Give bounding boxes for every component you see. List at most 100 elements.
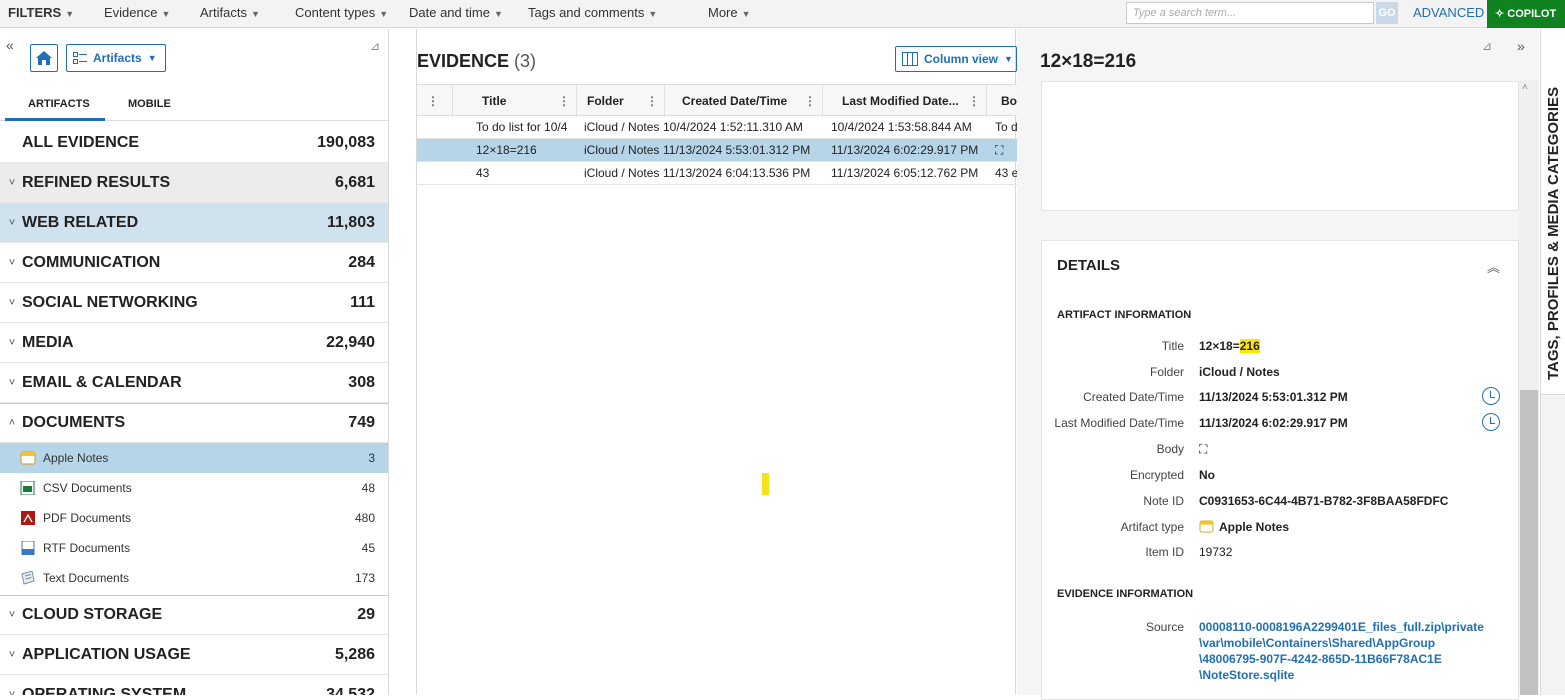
filters-label: FILTERS <box>8 5 62 20</box>
artifact-type-text: Apple Notes <box>1219 520 1290 534</box>
go-button[interactable]: GO <box>1376 2 1398 24</box>
content-types-menu[interactable]: Content types ▼ <box>295 5 388 20</box>
category-count: 190,083 <box>317 133 375 151</box>
vertical-dots-icon: ⋮ <box>427 94 439 108</box>
more-menu-label: More <box>708 5 738 20</box>
tags-profiles-media-categories-tab[interactable]: TAGS, PROFILES & MEDIA CATEGORIES <box>1545 87 1562 380</box>
expand-right-icon[interactable]: » <box>1517 38 1525 54</box>
details-scrollbar-thumb[interactable] <box>1520 390 1538 695</box>
column-modified-text: Last Modified Date... <box>842 94 959 108</box>
column-header-folder[interactable]: Folder ⋮ <box>577 85 665 117</box>
category-count: 5,286 <box>334 645 375 663</box>
artifacts-menu-label: Artifacts <box>200 5 247 20</box>
category-refined-results[interactable]: ˅ REFINED RESULTS 6,681 <box>0 163 388 203</box>
artifact-csv-documents[interactable]: CSV Documents 48 <box>0 473 388 503</box>
field-value: No <box>1199 468 1215 482</box>
scroll-up-icon[interactable]: ˄ <box>1522 82 1528 93</box>
vertical-dots-icon: ⋮ <box>804 94 816 108</box>
field-label: Folder <box>1149 365 1184 379</box>
filters-menu[interactable]: FILTERS ▼ <box>8 5 74 20</box>
artifact-information-header: ARTIFACT INFORMATION <box>1057 309 1192 321</box>
pin-icon[interactable]: ⊿ <box>1482 39 1492 53</box>
search-input[interactable]: Type a search term... <box>1126 2 1374 24</box>
details-header: DETAILS <box>1057 257 1121 274</box>
column-header-created[interactable]: Created Date/Time ⋮ <box>665 85 823 117</box>
category-all-evidence[interactable]: ALL EVIDENCE 190,083 <box>0 123 388 163</box>
category-communication[interactable]: ˅ COMMUNICATION 284 <box>0 243 388 283</box>
artifact-name: RTF Documents <box>43 541 131 555</box>
cell-body: To d <box>995 120 1017 134</box>
category-cloud-storage[interactable]: ˅ CLOUD STORAGE 29 <box>0 595 388 635</box>
more-menu[interactable]: More ▼ <box>708 5 751 20</box>
collapse-left-icon[interactable]: « <box>6 37 14 53</box>
table-row[interactable]: To do list for 10/4 iCloud / Notes 10/4/… <box>417 116 1017 139</box>
evidence-pane: EVIDENCE (3) Column view ▼ ⋮ Title ⋮ Folde… <box>416 29 1017 695</box>
field-value: iCloud / Notes <box>1199 365 1280 379</box>
search-highlight: 216 <box>1239 339 1260 353</box>
tab-mobile[interactable]: MOBILE <box>128 98 171 110</box>
column-view-dropdown[interactable]: Column view ▼ <box>895 46 1017 72</box>
source-path-link[interactable]: 00008110-0008196A2299401E_files_full.zip… <box>1199 619 1509 683</box>
artifacts-menu[interactable]: Artifacts ▼ <box>200 5 260 20</box>
table-row-selected[interactable]: 12×18=216 iCloud / Notes 11/13/2024 5:53… <box>417 139 1017 162</box>
clock-icon[interactable] <box>1482 413 1500 431</box>
field-folder: Folder iCloud / Notes <box>1042 362 1520 382</box>
evidence-table-header: ⋮ Title ⋮ Folder ⋮ Created Date/Time ⋮ Last… <box>417 84 1017 117</box>
artifact-apple-notes[interactable]: Apple Notes 3 <box>0 443 388 473</box>
column-header-body[interactable]: Bo <box>987 85 1017 117</box>
field-created: Created Date/Time 11/13/2024 5:53:01.312… <box>1042 387 1520 407</box>
cell-body: 43 e <box>995 166 1017 180</box>
field-item-id: Item ID 19732 <box>1042 542 1520 562</box>
field-encrypted: Encrypted No <box>1042 465 1520 485</box>
pin-icon[interactable]: ⊿ <box>370 39 380 53</box>
content-types-menu-label: Content types <box>295 5 376 20</box>
column-header-title[interactable]: Title ⋮ <box>453 85 577 117</box>
chevron-down-icon: ˅ <box>8 176 16 189</box>
evidence-menu[interactable]: Evidence ▼ <box>104 5 170 20</box>
advanced-search-link[interactable]: ADVANCED <box>1413 5 1484 20</box>
artifact-text-documents[interactable]: Text Documents 173 <box>0 563 388 593</box>
cell-created: 11/13/2024 6:04:13.536 PM <box>663 166 811 180</box>
column-header-modified[interactable]: Last Modified Date... ⋮ <box>823 85 987 117</box>
column-options-button[interactable]: ⋮ <box>417 85 453 117</box>
category-name: EMAIL & CALENDAR <box>22 373 182 391</box>
image-thumbnail-icon[interactable]: ⛶ <box>1199 442 1207 457</box>
collapse-up-icon[interactable]: ︽ <box>1487 257 1500 276</box>
home-button[interactable] <box>30 44 58 72</box>
artifacts-view-dropdown[interactable]: Artifacts ▼ <box>66 44 166 72</box>
category-media[interactable]: ˅ MEDIA 22,940 <box>0 323 388 363</box>
date-time-menu[interactable]: Date and time ▼ <box>409 5 503 20</box>
cell-body-image-icon: ⛶ <box>995 143 1004 157</box>
category-count: 111 <box>350 293 375 311</box>
tags-comments-menu[interactable]: Tags and comments ▼ <box>528 5 657 20</box>
chevron-down-icon: ˅ <box>8 688 16 696</box>
category-social-networking[interactable]: ˅ SOCIAL NETWORKING 111 <box>0 283 388 323</box>
artifact-pdf-documents[interactable]: PDF Documents 480 <box>0 503 388 533</box>
field-modified: Last Modified Date/Time 11/13/2024 6:02:… <box>1042 413 1520 433</box>
field-value: 12×18=216 <box>1199 339 1260 353</box>
artifact-rtf-documents[interactable]: RTF Documents 45 <box>0 533 388 563</box>
category-name: OPERATING SYSTEM <box>22 685 187 696</box>
tab-artifacts[interactable]: ARTIFACTS <box>28 98 90 110</box>
evidence-information-header: EVIDENCE INFORMATION <box>1057 588 1194 600</box>
copilot-label: COPILOT <box>1507 8 1557 20</box>
category-application-usage[interactable]: ˅ APPLICATION USAGE 5,286 <box>0 635 388 675</box>
clock-icon[interactable] <box>1482 387 1500 405</box>
chevron-down-icon: ˅ <box>8 609 16 621</box>
category-operating-system[interactable]: ˅ OPERATING SYSTEM 34,532 <box>0 675 388 696</box>
chevron-down-icon: ˅ <box>8 256 16 269</box>
tags-comments-menu-label: Tags and comments <box>528 5 645 20</box>
source-path-line: \var\mobile\Containers\Shared\AppGroup <box>1199 636 1436 650</box>
evidence-count: (3) <box>514 51 537 71</box>
category-name: WEB RELATED <box>22 213 139 231</box>
field-value: 11/13/2024 6:02:29.917 PM <box>1199 416 1348 430</box>
copilot-button[interactable]: ✧ COPILOT <box>1487 0 1565 28</box>
artifact-name: CSV Documents <box>43 481 132 495</box>
apple-notes-icon <box>20 451 36 465</box>
category-web-related[interactable]: ˅ WEB RELATED 11,803 <box>0 203 388 243</box>
table-row[interactable]: 43 iCloud / Notes 11/13/2024 6:04:13.536… <box>417 162 1017 185</box>
category-name: MEDIA <box>22 333 74 351</box>
category-email-calendar[interactable]: ˅ EMAIL & CALENDAR 308 <box>0 363 388 403</box>
category-documents[interactable]: ˄ DOCUMENTS 749 <box>0 403 388 443</box>
cell-folder: iCloud / Notes <box>584 143 660 157</box>
